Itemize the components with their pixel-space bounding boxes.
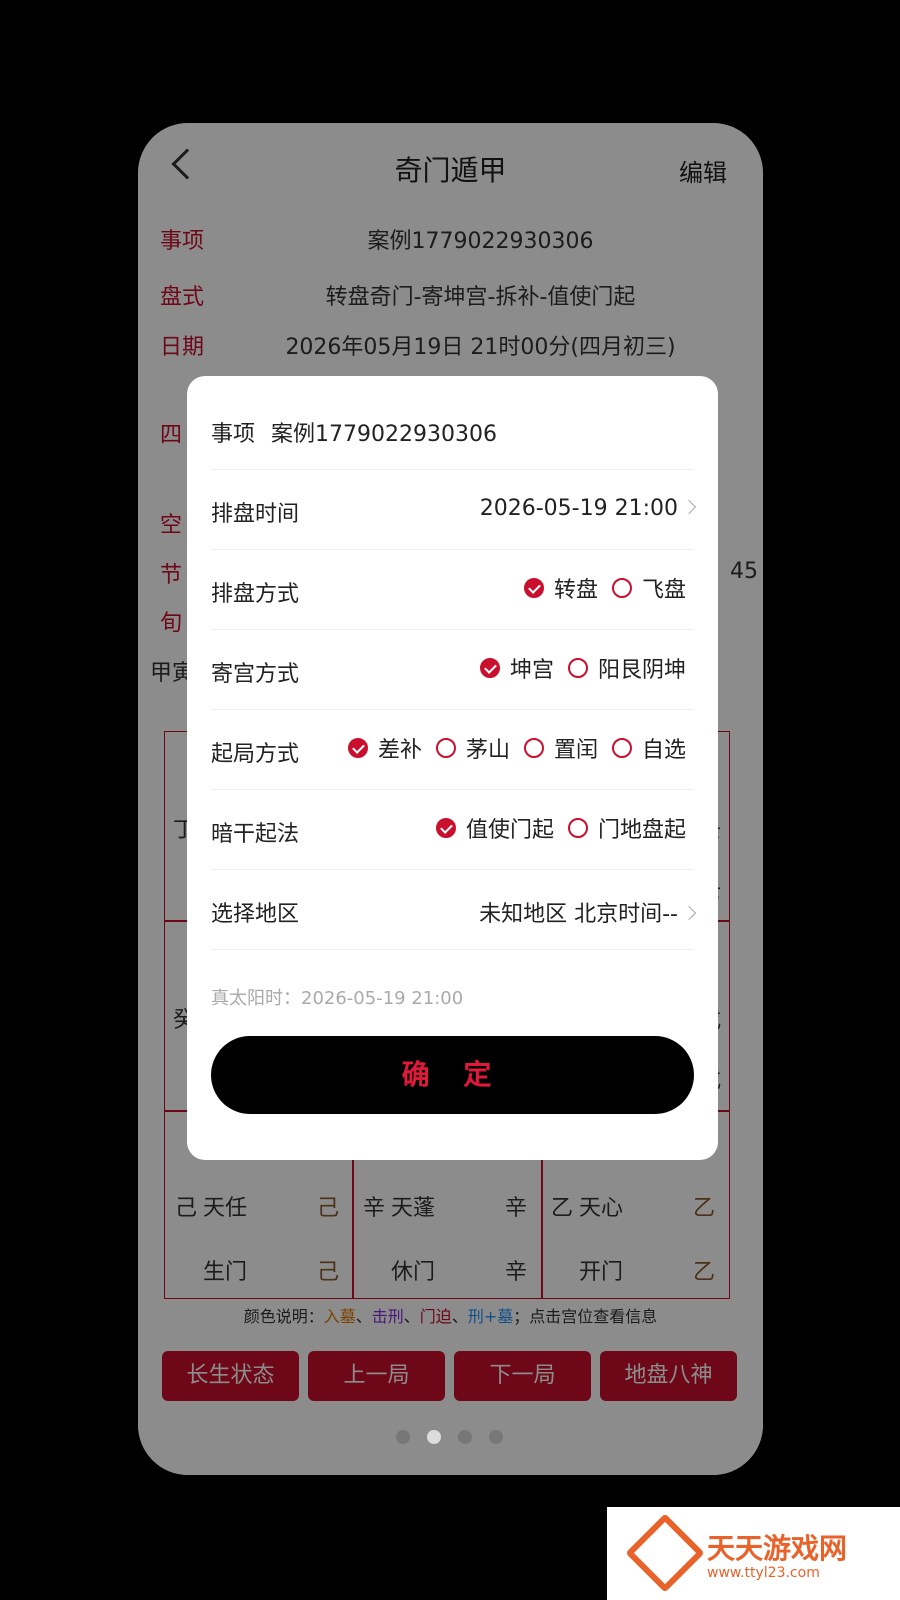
page-dot[interactable] (458, 1430, 472, 1444)
row-label: 暗干起法 (211, 822, 300, 847)
dialog-row-time[interactable]: 排盘时间 2026-05-19 21:00 (211, 470, 697, 550)
dialog-row-angan: 暗干起法 值使门起 门地盘起 (211, 790, 694, 870)
radio-empty-icon (567, 818, 588, 838)
watermark-title: 天天游戏网 (707, 1532, 848, 1565)
option-chabu[interactable]: 差补 (347, 732, 422, 764)
method-options: 转盘 飞盘 (510, 572, 686, 604)
chevron-right-icon (681, 499, 697, 515)
region-value[interactable]: 未知地区 北京时间-- (479, 896, 697, 928)
setup-dialog: 事项 案例1779022930306 排盘时间 2026-05-19 21:00… (187, 376, 718, 1160)
page-dot[interactable] (489, 1430, 503, 1444)
radio-checked-icon (435, 818, 456, 838)
option-zixuan[interactable]: 自选 (611, 732, 686, 764)
dialog-row-shixiang: 事项 案例1779022930306 (211, 390, 694, 470)
option-label: 飞盘 (641, 578, 686, 603)
option-yanggen[interactable]: 阳艮阴坤 (567, 652, 686, 684)
option-label: 坤宫 (509, 658, 554, 683)
option-maoshan[interactable]: 茅山 (435, 732, 510, 764)
dialog-row-jigong: 寄宫方式 坤宫 阳艮阴坤 (211, 630, 694, 710)
row-label: 选择地区 (211, 902, 300, 927)
option-label: 置闰 (553, 738, 598, 763)
radio-empty-icon (611, 578, 632, 598)
dialog-row-region[interactable]: 选择地区 未知地区 北京时间-- (211, 870, 697, 950)
time-value[interactable]: 2026-05-19 21:00 (479, 496, 697, 521)
true-solar-time: 真太阳时：2026-05-19 21:00 (211, 988, 464, 1009)
option-label: 自选 (641, 738, 686, 763)
angan-options: 值使门起 门地盘起 (422, 812, 686, 844)
option-label: 门地盘起 (597, 818, 686, 843)
shixiang-value[interactable]: 案例1779022930306 (271, 416, 497, 448)
option-mendi[interactable]: 门地盘起 (567, 812, 686, 844)
region-text: 未知地区 北京时间-- (479, 902, 678, 927)
option-zhirun[interactable]: 置闰 (523, 732, 598, 764)
row-label: 事项 (211, 422, 256, 447)
watermark-logo-icon (625, 1513, 705, 1593)
watermark-url: www.ttyl23.com (707, 1565, 820, 1581)
option-zhuanpan[interactable]: 转盘 (523, 572, 598, 604)
confirm-button[interactable]: 确 定 (211, 1036, 694, 1114)
radio-checked-icon (479, 658, 500, 678)
jigong-options: 坤宫 阳艮阴坤 (466, 652, 686, 684)
dialog-row-method: 排盘方式 转盘 飞盘 (211, 550, 694, 630)
watermark: 天天游戏网 www.ttyl23.com (607, 1507, 900, 1600)
page-dot[interactable] (396, 1430, 410, 1444)
radio-empty-icon (611, 738, 632, 758)
radio-empty-icon (567, 658, 588, 678)
row-label: 寄宫方式 (211, 662, 300, 687)
option-label: 阳艮阴坤 (597, 658, 686, 683)
radio-empty-icon (523, 738, 544, 758)
page-dot-active[interactable] (427, 1430, 441, 1444)
chevron-right-icon (681, 905, 697, 921)
option-label: 转盘 (553, 578, 598, 603)
row-label: 起局方式 (211, 742, 300, 767)
option-label: 值使门起 (465, 818, 554, 843)
option-label: 差补 (377, 738, 422, 763)
row-label: 排盘方式 (211, 582, 300, 607)
dialog-row-qiju: 起局方式 差补 茅山 置闰 自选 (211, 710, 694, 790)
radio-empty-icon (435, 738, 456, 758)
row-label: 排盘时间 (211, 502, 300, 527)
option-kungong[interactable]: 坤宫 (479, 652, 554, 684)
option-label: 茅山 (465, 738, 510, 763)
radio-checked-icon (523, 578, 544, 598)
time-text: 2026-05-19 21:00 (479, 496, 678, 521)
option-zhishi[interactable]: 值使门起 (435, 812, 554, 844)
page-indicator (0, 1430, 900, 1446)
qiju-options: 差补 茅山 置闰 自选 (334, 732, 686, 764)
radio-checked-icon (347, 738, 368, 758)
option-feipan[interactable]: 飞盘 (611, 572, 686, 604)
